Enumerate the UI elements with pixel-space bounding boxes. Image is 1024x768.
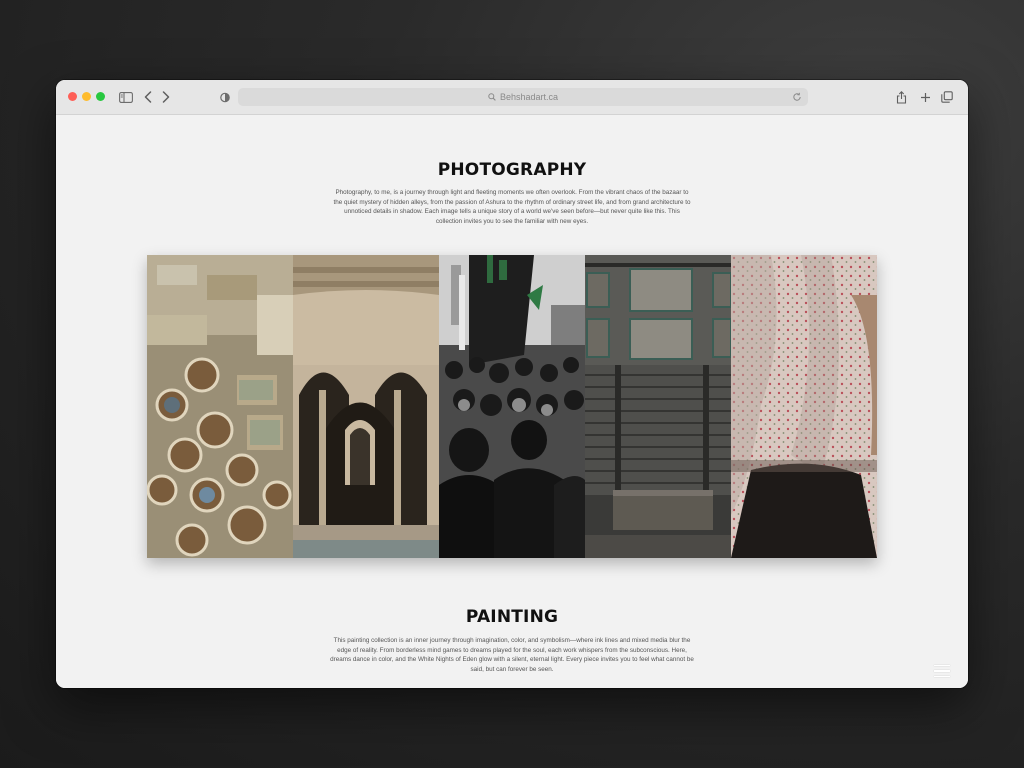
browser-window: Behshadart.ca PHOTOGRAPHY Photography, t… [56, 80, 968, 688]
courtyard-arches-photo[interactable] [293, 255, 439, 558]
chevron-left-icon[interactable] [142, 88, 154, 106]
address-bar[interactable]: Behshadart.ca [238, 88, 808, 106]
chevron-right-icon[interactable] [160, 88, 172, 106]
photo-gallery [147, 255, 877, 558]
painting-title: PAINTING [465, 607, 559, 627]
tab-overview-icon[interactable] [940, 88, 954, 106]
browser-toolbar: Behshadart.ca [56, 80, 968, 115]
photography-description: Photography, to me, is a journey through… [333, 189, 691, 225]
close-window-button[interactable] [68, 92, 77, 101]
minimize-window-button[interactable] [82, 92, 91, 101]
shuttered-shop-photo[interactable] [585, 255, 731, 558]
menu-line [934, 675, 950, 677]
painting-description: This painting collection is an inner jou… [330, 637, 694, 673]
page-content: PHOTOGRAPHY Photography, to me, is a jou… [56, 115, 968, 688]
zoom-window-button[interactable] [96, 92, 105, 101]
share-icon[interactable] [894, 88, 908, 106]
hamburger-menu-icon[interactable] [934, 664, 950, 678]
url-text: Behshadart.ca [499, 92, 559, 102]
menu-line [934, 665, 950, 667]
ashura-crowd-photo[interactable] [439, 255, 585, 558]
menu-line [934, 670, 950, 672]
shield-icon[interactable] [219, 88, 231, 106]
photography-title: PHOTOGRAPHY [437, 160, 587, 180]
plus-icon[interactable] [918, 88, 932, 106]
tannery-vats-photo[interactable] [147, 255, 293, 558]
reload-icon[interactable] [790, 90, 804, 104]
floral-fabric-photo[interactable] [731, 255, 877, 558]
search-icon [488, 93, 496, 101]
sidebar-icon[interactable] [118, 88, 134, 106]
